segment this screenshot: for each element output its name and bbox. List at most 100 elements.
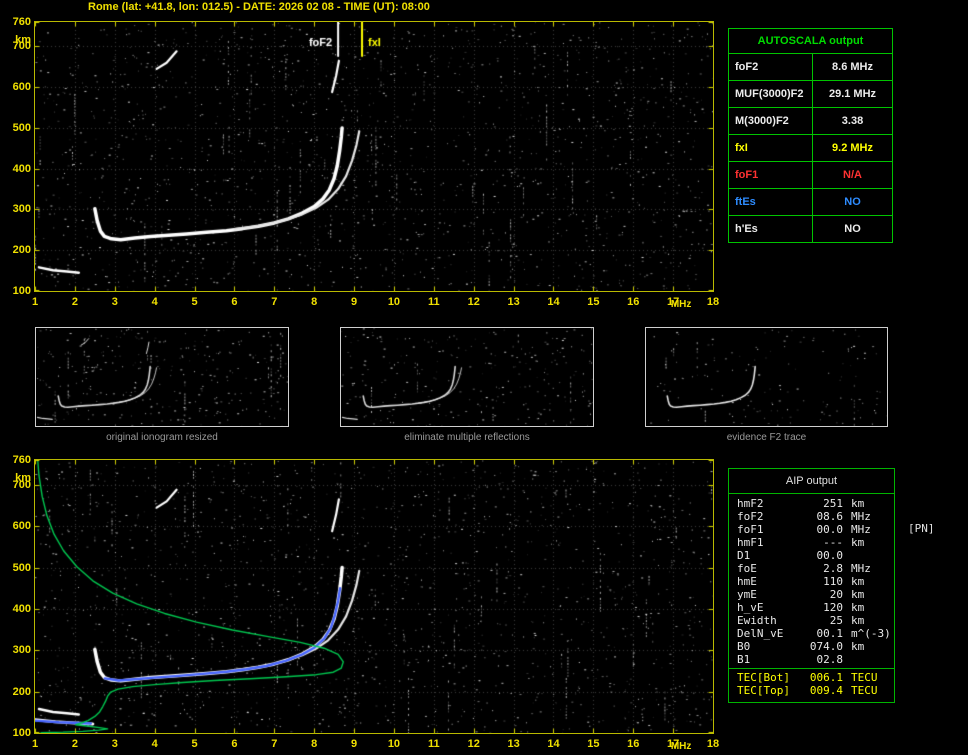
aip-row-name: DelN_vE (737, 627, 784, 640)
aip-row-unit: km (851, 640, 865, 653)
top-ionogram-plot (34, 21, 714, 292)
thumbnail-eliminate-reflections (340, 327, 594, 427)
autoscala-row-value: NO (844, 223, 861, 235)
aip-separator (729, 668, 894, 669)
axis-tick-label: 500 (12, 121, 31, 134)
aip-row: ymE 20 km (729, 588, 894, 601)
aip-row-value: 006.1 (809, 671, 843, 684)
aip-row: TEC[Bot] 006.1 TECU (729, 671, 894, 684)
aip-row-unit: TECU (851, 671, 878, 684)
axis-tick-label: 13 (507, 296, 520, 308)
aip-row-unit: MHz (851, 562, 871, 575)
aip-row: D1 00.0 (729, 549, 894, 562)
axis-tick-label: 600 (12, 520, 31, 533)
autoscala-row-value: 9.2 MHz (832, 142, 873, 154)
aip-row-unit: m^(-3) (851, 627, 891, 640)
axis-tick-label: 6 (231, 296, 238, 308)
aip-row-value: --- (823, 536, 843, 549)
aip-row-name: B0 (737, 640, 751, 653)
axis-tick-label: 600 (12, 81, 31, 94)
autoscala-output-table: AUTOSCALA output foF2 8.6 MHz MUF(3000)F2 2… (728, 28, 893, 243)
axis-tick-label: 7 (271, 738, 278, 750)
top-ionogram-canvas (35, 22, 713, 291)
autoscala-row-value: N/A (843, 169, 862, 181)
aip-row-name: h_vE (737, 601, 764, 614)
thumbnail-caption-original: original ionogram resized (106, 432, 218, 443)
aip-row: Ewidth 25 km (729, 614, 894, 627)
aip-row-value: 110 (823, 575, 843, 588)
aip-row: B0 074.0 km (729, 640, 894, 653)
autoscala-row-label: h'Es (729, 216, 813, 242)
aip-row-unit: km (851, 614, 865, 627)
axis-tick-label: 4 (151, 296, 158, 308)
aip-row-unit (843, 653, 851, 666)
axis-tick-label: 400 (12, 602, 31, 615)
axis-tick-label: 200 (12, 244, 31, 257)
aip-row-unit: TECU (851, 684, 878, 697)
aip-row: TEC[Top] 009.4 TECU (729, 684, 894, 697)
thumbnail-caption-evidence: evidence F2 trace (726, 432, 807, 443)
autoscala-row-label: foF1 (729, 162, 813, 188)
thumbnail-evidence-f2 (645, 327, 888, 427)
axis-tick-label: 16 (627, 738, 640, 750)
autoscala-row-label: fxI (729, 135, 813, 161)
axis-tick-label: 16 (627, 296, 640, 308)
axis-tick-label: 2 (71, 296, 78, 308)
axis-tick-label: 1 (31, 738, 39, 750)
autoscala-row: M(3000)F2 3.38 (729, 108, 892, 135)
autoscala-table-rows: foF2 8.6 MHz MUF(3000)F2 29.1 MHz M(3000)F2 3… (729, 54, 892, 242)
aip-row-unit: MHz (851, 510, 871, 523)
axis-tick-label: 10 (387, 738, 401, 750)
aip-row: foF1 00.0 MHz (729, 523, 894, 536)
aip-row-value: 009.4 (809, 684, 843, 697)
aip-table-title: AIP output (729, 469, 894, 494)
aip-output-table: AIP output hmF2 251 km foF2 08.6 MHz foF1 00.0 M… (728, 468, 895, 703)
autoscala-row: fxI 9.2 MHz (729, 135, 892, 162)
axis-tick-label: 8 (311, 296, 318, 308)
axis-tick-label: 8 (311, 738, 318, 750)
bottom-ionogram-canvas (35, 460, 713, 733)
autoscala-row: foF2 8.6 MHz (729, 54, 892, 81)
aip-row-name: foF2 (737, 510, 764, 523)
aip-row-value: 251 (823, 497, 843, 510)
aip-row-value: 00.0 (816, 549, 844, 562)
axis-tick-label: 3 (111, 738, 118, 750)
axis-tick-label: 18 (706, 296, 720, 308)
autoscala-table-title: AUTOSCALA output (729, 29, 892, 54)
axis-tick-label: MHz (670, 741, 692, 752)
autoscala-row: h'Es NO (729, 216, 892, 242)
autoscala-row-label: MUF(3000)F2 (729, 81, 813, 107)
axis-tick-label: 4 (151, 738, 158, 750)
axis-tick-label: 12 (467, 738, 480, 750)
aip-row-name: hmF1 (737, 536, 764, 549)
aip-row-name: B1 (737, 653, 751, 666)
fof1-pn-flag: [PN] (908, 522, 935, 535)
aip-row-value: 2.8 (823, 562, 843, 575)
autoscala-row-label: foF2 (729, 54, 813, 80)
aip-row-name: Ewidth (737, 614, 777, 627)
axis-tick-label: 11 (427, 296, 440, 308)
aip-row-value: 02.8 (816, 653, 844, 666)
aip-row-unit: km (851, 588, 865, 601)
axis-tick-label: 7 (271, 296, 278, 308)
aip-row: DelN_vE 00.1 m^(-3) (729, 627, 894, 640)
axis-tick-label: 760 (12, 454, 31, 466)
aip-row: h_vE 120 km (729, 601, 894, 614)
axis-tick-label: 760 (12, 16, 31, 28)
aip-row: hmF2 251 km (729, 497, 894, 510)
axis-tick-label: 300 (12, 644, 31, 657)
aip-table-rows: hmF2 251 km foF2 08.6 MHz foF1 00.0 MHz hmF1 --- km… (729, 494, 894, 702)
aip-row-value: 20 (829, 588, 843, 601)
thumbnail-original-ionogram (35, 327, 289, 427)
axis-tick-label: 14 (547, 738, 560, 750)
axis-tick-label: 6 (231, 738, 238, 750)
aip-row-value: 074.0 (809, 640, 843, 653)
aip-row-name: foE (737, 562, 757, 575)
autoscala-row-value: 8.6 MHz (832, 61, 873, 73)
axis-tick-label: 500 (12, 561, 31, 574)
autoscala-row-label: ftEs (729, 189, 813, 215)
aip-row: foE 2.8 MHz (729, 562, 894, 575)
aip-row-value: 08.6 (816, 510, 844, 523)
axis-tick-label: 9 (350, 738, 358, 750)
bottom-ionogram-plot (34, 459, 714, 734)
